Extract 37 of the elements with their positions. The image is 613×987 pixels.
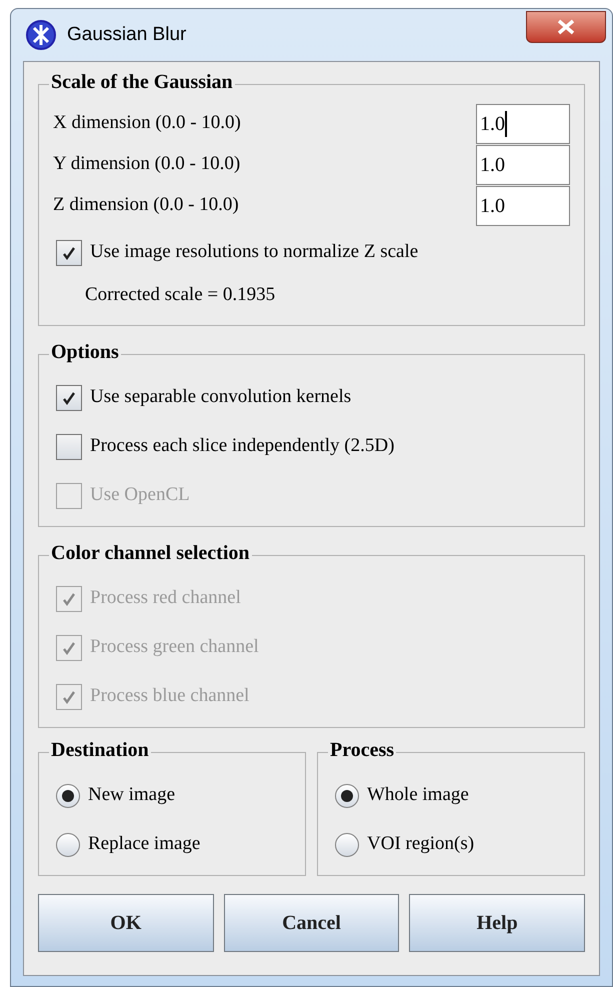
checkmark-icon [62,690,76,704]
checkbox[interactable] [56,240,82,266]
radio-label: Whole image [367,783,469,808]
checkmark-icon [62,592,76,606]
dialog-button[interactable]: Cancel [224,894,400,952]
corrected-scale-text: Corrected scale = 0.1935 [84,283,276,307]
field-label: Z dimension (0.0 - 10.0) [53,193,239,218]
number-field[interactable]: 1.0 [476,186,570,226]
radio-label: New image [88,783,176,808]
radio-label: Replace image [88,832,200,856]
app-logo-icon [25,19,57,51]
checkbox-label: Use OpenCL [90,483,190,508]
field-label: X dimension (0.0 - 10.0) [53,111,241,136]
checkbox-label: Process blue channel [90,684,250,708]
radio-button[interactable] [56,784,80,808]
checkbox-label: Process green channel [90,635,259,660]
checkmark-icon [62,246,76,260]
number-field[interactable]: 1.0 [476,104,570,144]
close-button[interactable] [526,11,606,43]
field-label: Y dimension (0.0 - 10.0) [53,152,240,176]
checkmark-icon [62,390,76,404]
window-title: Gaussian Blur [67,22,186,47]
checkbox-label: Use image resolutions to normalize Z scale [90,240,418,264]
checkbox[interactable] [56,384,82,410]
radio-button[interactable] [335,784,359,808]
checkbox-label: Process each slice independently (2.5D) [90,434,394,458]
dialog-button[interactable]: Help [409,894,586,952]
radio-label: VOI region(s) [367,832,474,856]
number-field[interactable]: 1.0 [476,144,570,184]
checkbox-label: Process red channel [90,586,241,610]
dialog-button[interactable]: OK [38,894,214,952]
checkmark-icon [62,640,76,654]
close-icon [556,19,576,35]
radio-button[interactable] [335,832,359,856]
checkbox[interactable] [56,434,82,460]
radio-button[interactable] [56,832,80,856]
checkbox-label: Use separable convolution kernels [90,385,352,410]
